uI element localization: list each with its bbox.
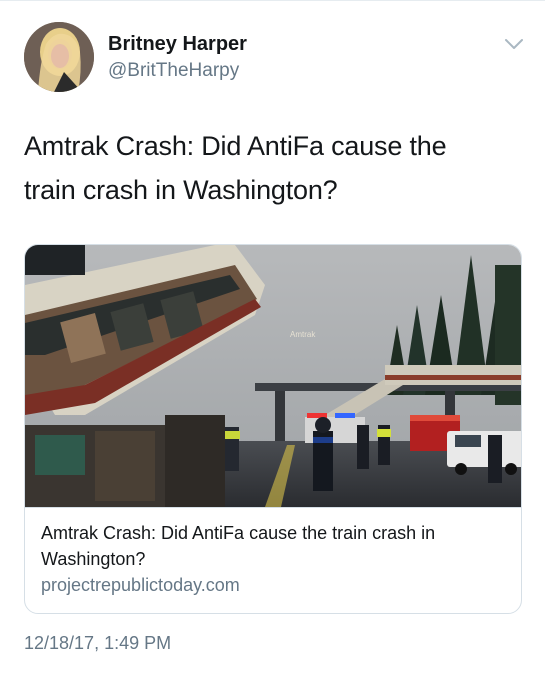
display-name[interactable]: Britney Harper bbox=[108, 33, 247, 56]
link-card-title[interactable]: Amtrak Crash: Did AntiFa cause the train… bbox=[41, 520, 511, 572]
tweet-timestamp[interactable]: 12/18/17, 1:49 PM bbox=[24, 633, 171, 654]
chevron-down-icon[interactable] bbox=[503, 36, 525, 52]
tweet-text: Amtrak Crash: Did AntiFa cause the train… bbox=[24, 131, 447, 205]
avatar-photo bbox=[24, 22, 94, 92]
link-card-body[interactable]: Amtrak Crash: Did AntiFa cause the train… bbox=[25, 507, 521, 613]
avatar[interactable] bbox=[24, 22, 94, 92]
top-divider bbox=[0, 0, 545, 1]
user-handle[interactable]: @BritTheHarpy bbox=[108, 60, 239, 82]
train-logo-text: Amtrak bbox=[290, 330, 316, 339]
link-card[interactable]: Amtrak Amtrak Crash: Did AntiFa cause th… bbox=[24, 244, 522, 614]
link-card-domain[interactable]: projectrepublictoday.com bbox=[41, 575, 240, 596]
link-card-image: Amtrak bbox=[25, 245, 521, 507]
